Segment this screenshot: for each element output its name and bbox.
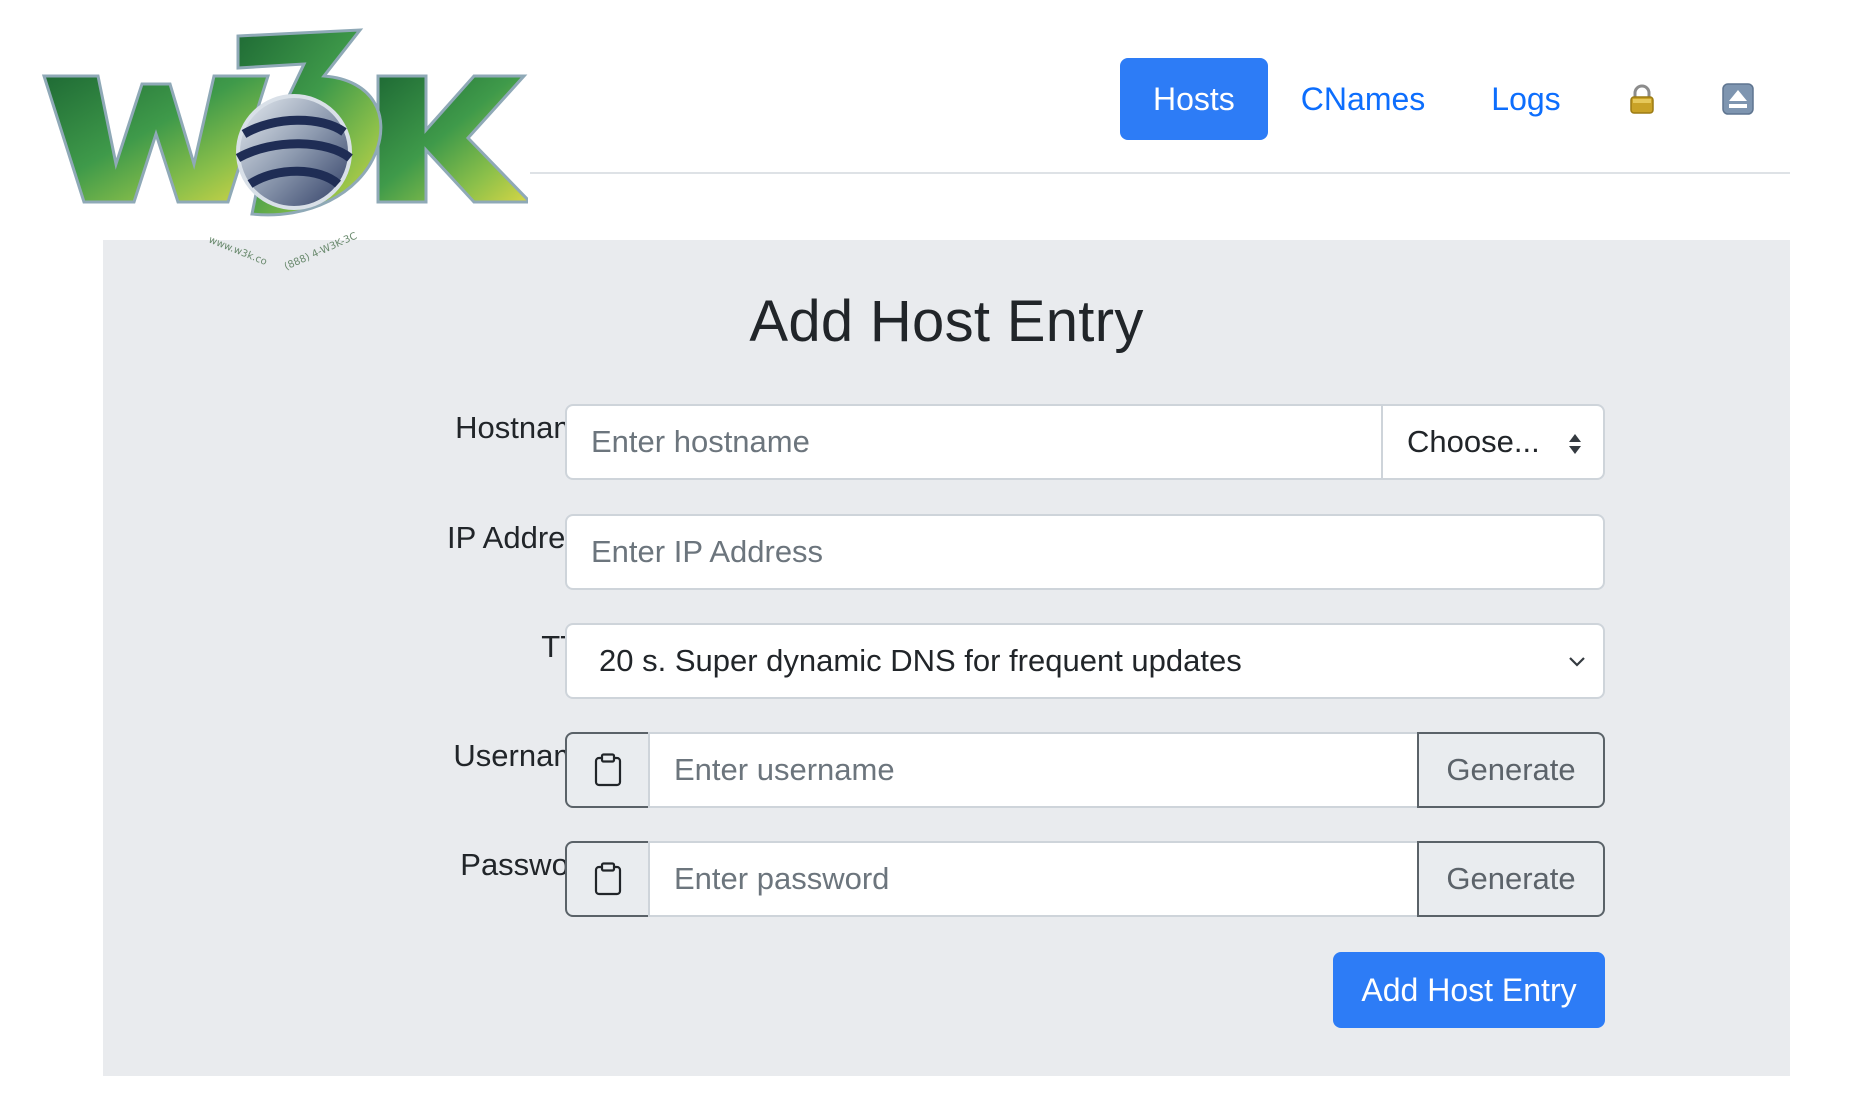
password-row: Password: Generate bbox=[103, 841, 1790, 917]
ttl-select-value: 20 s. Super dynamic DNS for frequent upd… bbox=[599, 643, 1242, 678]
password-input[interactable] bbox=[648, 841, 1419, 917]
nav-cnames[interactable]: CNames bbox=[1268, 58, 1458, 140]
eject-icon[interactable] bbox=[1690, 58, 1786, 140]
header-divider bbox=[530, 172, 1790, 174]
hostname-control: Choose... bbox=[565, 404, 1605, 480]
clipboard-icon bbox=[594, 862, 621, 896]
add-host-panel: Add Host Entry Hostname: Choose... IP Ad… bbox=[103, 240, 1790, 1076]
username-row: Username: Generate bbox=[103, 732, 1790, 808]
header: www.w3k.co (888) 4-W3K-3C Hosts CNames L… bbox=[0, 0, 1870, 273]
svg-text:(888) 4-W3K-3C: (888) 4-W3K-3C bbox=[283, 231, 359, 273]
copy-username-button[interactable] bbox=[565, 732, 650, 808]
sort-caret-icon bbox=[1569, 434, 1581, 454]
add-host-entry-button[interactable]: Add Host Entry bbox=[1333, 952, 1605, 1028]
lock-icon[interactable] bbox=[1594, 58, 1690, 140]
w3k-logo[interactable]: www.w3k.co (888) 4-W3K-3C bbox=[38, 24, 534, 274]
copy-password-button[interactable] bbox=[565, 841, 650, 917]
domain-select-value: Choose... bbox=[1407, 424, 1540, 459]
chevron-down-icon bbox=[1569, 657, 1585, 667]
page-title: Add Host Entry bbox=[749, 289, 1144, 354]
lock-icon-graphic bbox=[1629, 84, 1654, 114]
password-control: Generate bbox=[565, 841, 1605, 917]
main-nav: Hosts CNames Logs bbox=[1120, 58, 1786, 140]
clipboard-icon bbox=[594, 753, 621, 787]
ttl-row: TTL: 20 s. Super dynamic DNS for frequen… bbox=[103, 623, 1790, 699]
eject-icon-graphic bbox=[1721, 83, 1754, 115]
ip-row: IP Address: bbox=[103, 514, 1790, 590]
hostname-row: Hostname: Choose... bbox=[103, 404, 1790, 480]
generate-username-button[interactable]: Generate bbox=[1417, 732, 1605, 808]
w3k-logo-graphic: www.w3k.co (888) 4-W3K-3C bbox=[41, 28, 534, 273]
ip-input[interactable] bbox=[565, 514, 1605, 590]
ttl-control: 20 s. Super dynamic DNS for frequent upd… bbox=[565, 623, 1605, 699]
username-control: Generate bbox=[565, 732, 1605, 808]
hostname-input[interactable] bbox=[565, 404, 1383, 480]
nav-hosts[interactable]: Hosts bbox=[1120, 58, 1268, 140]
username-input[interactable] bbox=[648, 732, 1419, 808]
nav-logs[interactable]: Logs bbox=[1458, 58, 1593, 140]
generate-password-button[interactable]: Generate bbox=[1417, 841, 1605, 917]
domain-select[interactable]: Choose... bbox=[1381, 404, 1605, 480]
ip-control bbox=[565, 514, 1605, 590]
svg-text:www.w3k.co: www.w3k.co bbox=[207, 235, 269, 268]
ttl-select[interactable]: 20 s. Super dynamic DNS for frequent upd… bbox=[565, 623, 1605, 699]
